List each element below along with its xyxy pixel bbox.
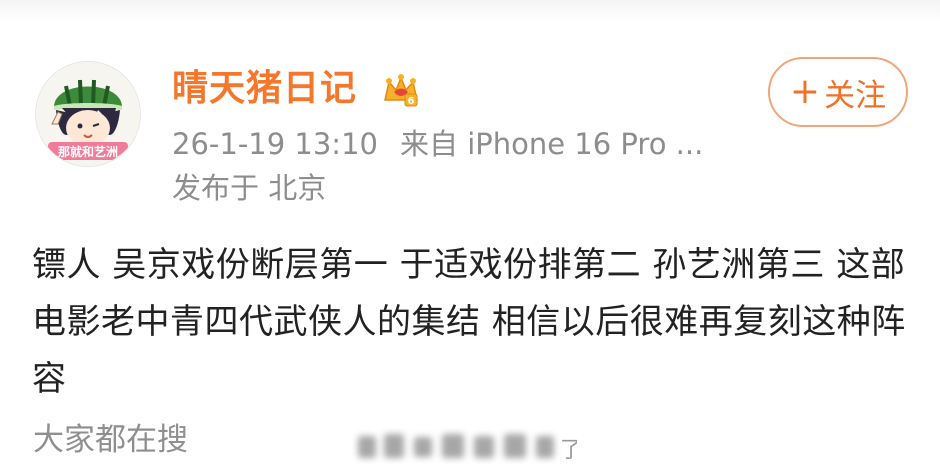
post-body: 镖人 吴京戏份断层第一 于适戏份排第二 孙艺洲第三 这部电影老中青四代武侠人的集… — [32, 245, 906, 399]
avatar-badge-text: 那就和艺洲 — [58, 144, 118, 159]
weibo-post-card: 那就和艺洲 晴天猪日记 6 + 关注 26-1-19 13:10 来自 iPhon… — [0, 0, 940, 472]
vip-crown-icon: 6 — [384, 74, 418, 107]
svg-text:6: 6 — [408, 96, 415, 107]
svg-text:了: 了 — [560, 438, 577, 463]
post-time[interactable]: 26-1-19 13:10 — [172, 127, 378, 161]
post-location: 发布于 北京 — [172, 171, 327, 205]
follow-label: 关注 — [824, 77, 887, 114]
follow-button[interactable]: + 关注 — [768, 57, 908, 127]
top-divider — [0, 0, 940, 22]
avatar[interactable]: 那就和艺洲 — [36, 62, 140, 166]
post-source: 来自 iPhone 16 Pro ... — [399, 127, 704, 161]
username[interactable]: 晴天猪日记 — [172, 66, 357, 112]
plus-icon: + — [789, 71, 821, 112]
avatar-image: 那就和艺洲 — [36, 62, 140, 166]
post-meta: 26-1-19 13:10 来自 iPhone 16 Pro ... — [172, 124, 703, 164]
trending-search-label[interactable]: 大家都在搜 — [33, 418, 188, 462]
blurred-trending-term[interactable]: 了 — [352, 428, 577, 464]
